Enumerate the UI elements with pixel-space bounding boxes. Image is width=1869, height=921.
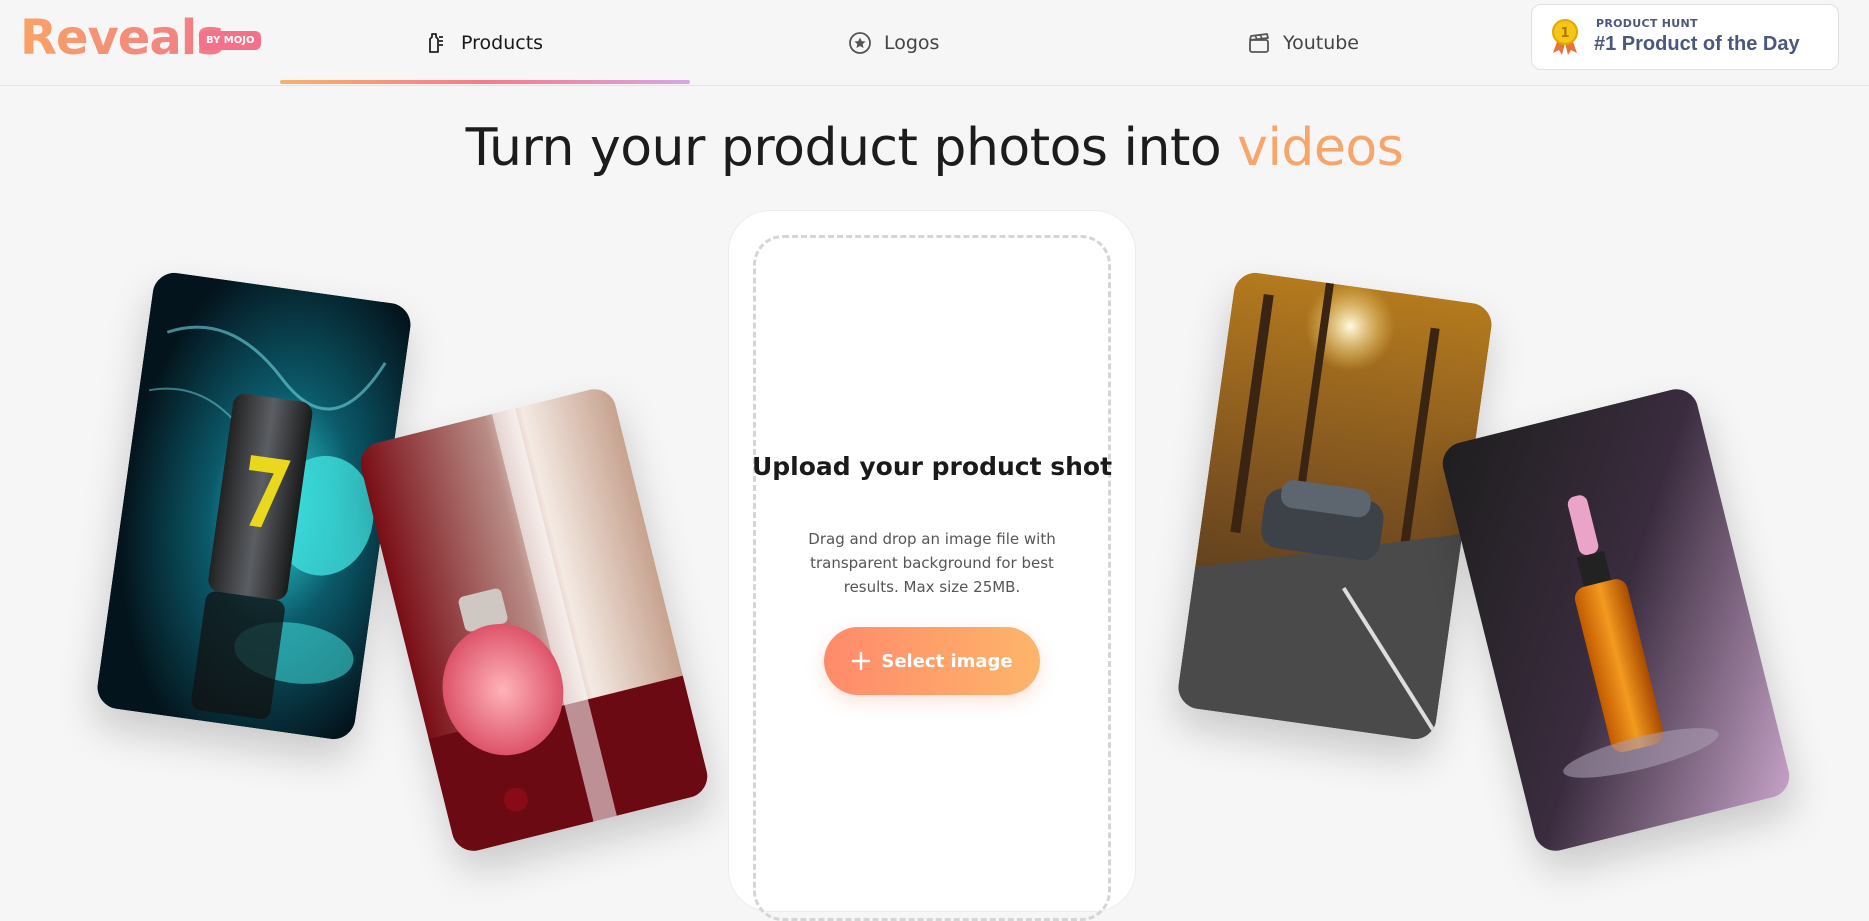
tab-logos[interactable]: Logos — [848, 0, 939, 85]
product-hunt-title: #1 Product of the Day — [1594, 33, 1800, 55]
select-image-label: Select image — [881, 650, 1013, 672]
bottle-icon — [429, 32, 443, 53]
tab-products[interactable]: Products — [425, 0, 543, 85]
showcase-perfume-photo — [356, 384, 712, 856]
top-header: Reveals BY MOJO Products Logos Youtube 1… — [0, 0, 1869, 86]
tab-youtube-label: Youtube — [1283, 31, 1359, 54]
plus-icon — [852, 651, 871, 671]
upload-title: Upload your product shot — [751, 452, 1113, 481]
active-tab-indicator — [280, 80, 690, 84]
clapperboard-icon — [1249, 32, 1269, 53]
tab-products-label: Products — [461, 31, 544, 54]
product-hunt-label: PRODUCT HUNT — [1596, 17, 1698, 30]
headline-accent: videos — [1237, 118, 1404, 178]
product-hunt-badge[interactable]: 1 PRODUCT HUNT #1 Product of the Day — [1531, 4, 1839, 70]
medal-number: 1 — [1560, 26, 1569, 41]
hero-headline: Turn your product photos into videos — [0, 118, 1869, 178]
brand-logo[interactable]: Reveals — [20, 10, 225, 66]
select-image-button[interactable]: Select image — [824, 627, 1040, 695]
headline-main: Turn your product photos into — [465, 118, 1238, 178]
showcase-serum-photo — [1438, 384, 1794, 856]
showcase-car-photo — [1175, 270, 1495, 742]
upload-panel[interactable]: Upload your product shot Drag and drop a… — [728, 210, 1136, 921]
showcase-can-photo — [94, 270, 414, 742]
medal-icon: 1 — [1552, 19, 1578, 55]
star-circle-icon — [849, 31, 871, 54]
upload-description: Drag and drop an image file with transpa… — [808, 530, 1056, 596]
tab-youtube[interactable]: Youtube — [1247, 0, 1359, 85]
tab-logos-label: Logos — [884, 31, 940, 54]
brand-badge: BY MOJO — [199, 31, 262, 50]
